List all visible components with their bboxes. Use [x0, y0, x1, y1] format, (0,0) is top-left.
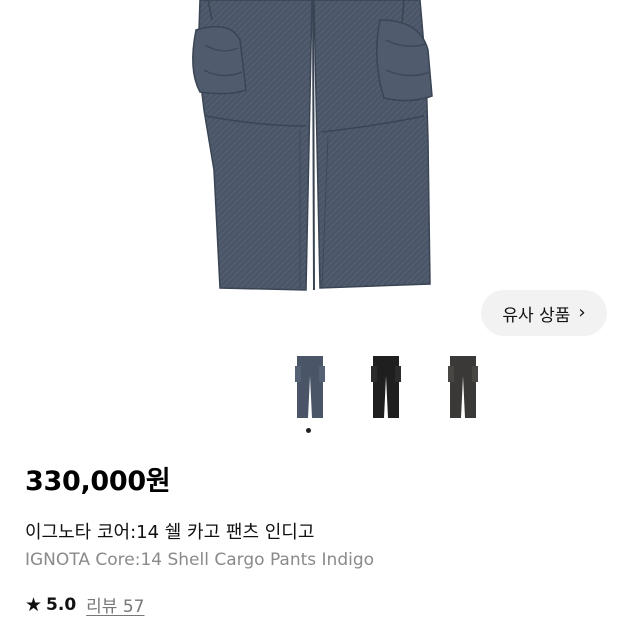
rating-score: 5.0	[46, 594, 77, 615]
product-price: 330,000원	[25, 466, 171, 497]
product-title-korean: 이그노타 코어:14 쉘 카고 팬츠 인디고	[25, 522, 315, 543]
carousel-dot-active	[306, 428, 311, 433]
star-icon: ★	[25, 593, 43, 616]
carousel-indicator	[306, 428, 314, 436]
thumbnail-black[interactable]	[369, 356, 403, 420]
charcoal-pants-thumbnail-image	[448, 356, 478, 418]
chevron-right-icon: ›	[578, 301, 586, 323]
product-title-english: IGNOTA Core:14 Shell Cargo Pants Indigo	[25, 550, 375, 570]
indigo-pants-thumbnail-image	[295, 356, 325, 418]
similar-products-button[interactable]: 유사 상품 ›	[481, 290, 607, 336]
thumbnail-indigo[interactable]	[293, 356, 327, 420]
reviews-link[interactable]: 리뷰 57	[86, 592, 144, 617]
similar-products-label: 유사 상품	[502, 305, 571, 326]
product-rating: ★ 5.0 리뷰 57	[25, 592, 145, 618]
thumbnail-charcoal[interactable]	[446, 356, 480, 420]
black-pants-thumbnail-image	[371, 356, 401, 418]
